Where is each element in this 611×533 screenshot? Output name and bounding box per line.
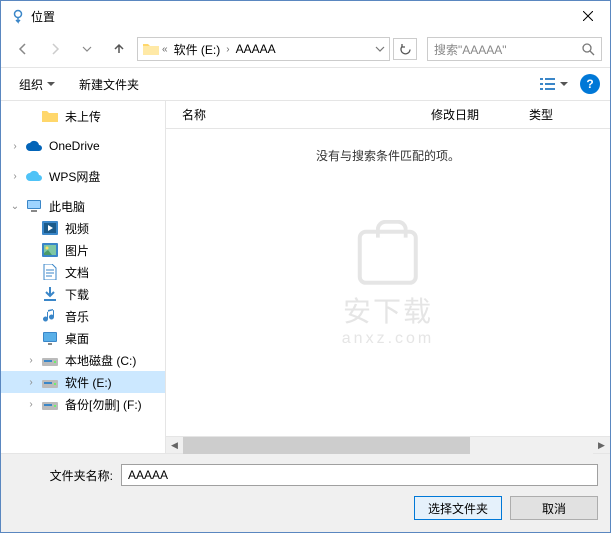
col-name[interactable]: 名称	[166, 106, 431, 123]
tree-video[interactable]: 视频	[1, 217, 165, 239]
tree-view[interactable]: 未上传 ›OneDrive ›WPS网盘 ⌄此电脑 视频 图片 文档 下载 音乐…	[1, 101, 166, 453]
scroll-thumb[interactable]	[183, 437, 470, 454]
crumb-prefix: «	[162, 44, 168, 55]
expand-icon[interactable]: ›	[9, 141, 21, 152]
wps-icon	[25, 167, 43, 185]
collapse-icon[interactable]: ⌄	[9, 201, 21, 212]
window-title: 位置	[27, 8, 565, 25]
refresh-button[interactable]	[393, 38, 417, 60]
col-modified[interactable]: 修改日期	[431, 106, 529, 123]
folder-icon	[142, 40, 160, 58]
tree-onedrive[interactable]: ›OneDrive	[1, 135, 165, 157]
drive-icon	[41, 395, 59, 413]
tree-documents[interactable]: 文档	[1, 261, 165, 283]
tree-music[interactable]: 音乐	[1, 305, 165, 327]
back-button[interactable]	[9, 37, 37, 61]
pc-icon	[25, 197, 43, 215]
up-button[interactable]	[105, 37, 133, 61]
search-placeholder: 搜索"AAAAA"	[434, 41, 582, 58]
onedrive-icon	[25, 137, 43, 155]
search-input[interactable]: 搜索"AAAAA"	[427, 37, 602, 61]
folder-icon	[41, 107, 59, 125]
downloads-icon	[41, 285, 59, 303]
new-folder-button[interactable]: 新建文件夹	[71, 72, 147, 97]
expand-icon[interactable]: ›	[25, 377, 37, 388]
music-icon	[41, 307, 59, 325]
address-bar[interactable]: « 软件 (E:) › AAAAA	[137, 37, 390, 61]
expand-icon[interactable]: ›	[9, 171, 21, 182]
tree-downloads[interactable]: 下载	[1, 283, 165, 305]
foldername-label: 文件夹名称:	[13, 467, 113, 484]
forward-button[interactable]	[41, 37, 69, 61]
search-icon	[582, 43, 595, 56]
scroll-left-icon[interactable]: ◀	[166, 437, 183, 454]
tree-backup-f[interactable]: ›备份[勿删] (F:)	[1, 393, 165, 415]
video-icon	[41, 219, 59, 237]
nav-bar: « 软件 (E:) › AAAAA 搜索"AAAAA"	[1, 31, 610, 67]
drive-icon	[41, 351, 59, 369]
scroll-right-icon[interactable]: ▶	[593, 437, 610, 454]
view-button[interactable]	[536, 75, 572, 93]
recent-dropdown[interactable]	[73, 37, 101, 61]
tree-local-c[interactable]: ›本地磁盘 (C:)	[1, 349, 165, 371]
close-button[interactable]	[565, 1, 610, 31]
column-headers: 名称 修改日期 类型	[166, 101, 610, 129]
drive-icon	[41, 373, 59, 391]
toolbar: 组织 新建文件夹 ?	[1, 67, 610, 101]
file-list: 名称 修改日期 类型 没有与搜索条件匹配的项。 安下载 anxz.com ◀ ▶	[166, 101, 610, 453]
foldername-input[interactable]	[121, 464, 598, 486]
footer: 文件夹名称: 选择文件夹 取消	[1, 453, 610, 532]
tree-desktop[interactable]: 桌面	[1, 327, 165, 349]
chevron-right-icon: ›	[226, 44, 229, 55]
desktop-icon	[41, 329, 59, 347]
crumb-folder[interactable]: AAAAA	[232, 42, 280, 56]
tree-pictures[interactable]: 图片	[1, 239, 165, 261]
expand-icon[interactable]: ›	[25, 399, 37, 410]
col-type[interactable]: 类型	[529, 106, 610, 123]
cancel-button[interactable]: 取消	[510, 496, 598, 520]
help-button[interactable]: ?	[580, 74, 600, 94]
tree-wps[interactable]: ›WPS网盘	[1, 165, 165, 187]
select-folder-button[interactable]: 选择文件夹	[414, 496, 502, 520]
titlebar: 位置	[1, 1, 610, 31]
main-area: 未上传 ›OneDrive ›WPS网盘 ⌄此电脑 视频 图片 文档 下载 音乐…	[1, 101, 610, 453]
tree-thispc[interactable]: ⌄此电脑	[1, 195, 165, 217]
app-icon	[9, 7, 27, 25]
scroll-track[interactable]	[183, 437, 593, 454]
crumb-drive[interactable]: 软件 (E:)	[170, 41, 225, 58]
tree-soft-e[interactable]: ›软件 (E:)	[1, 371, 165, 393]
expand-icon[interactable]: ›	[25, 355, 37, 366]
documents-icon	[41, 263, 59, 281]
address-dropdown[interactable]	[375, 44, 385, 55]
horizontal-scrollbar[interactable]: ◀ ▶	[166, 436, 610, 453]
pictures-icon	[41, 241, 59, 259]
tree-not-uploaded[interactable]: 未上传	[1, 105, 165, 127]
organize-button[interactable]: 组织	[11, 72, 63, 97]
empty-message: 没有与搜索条件匹配的项。	[166, 129, 610, 164]
